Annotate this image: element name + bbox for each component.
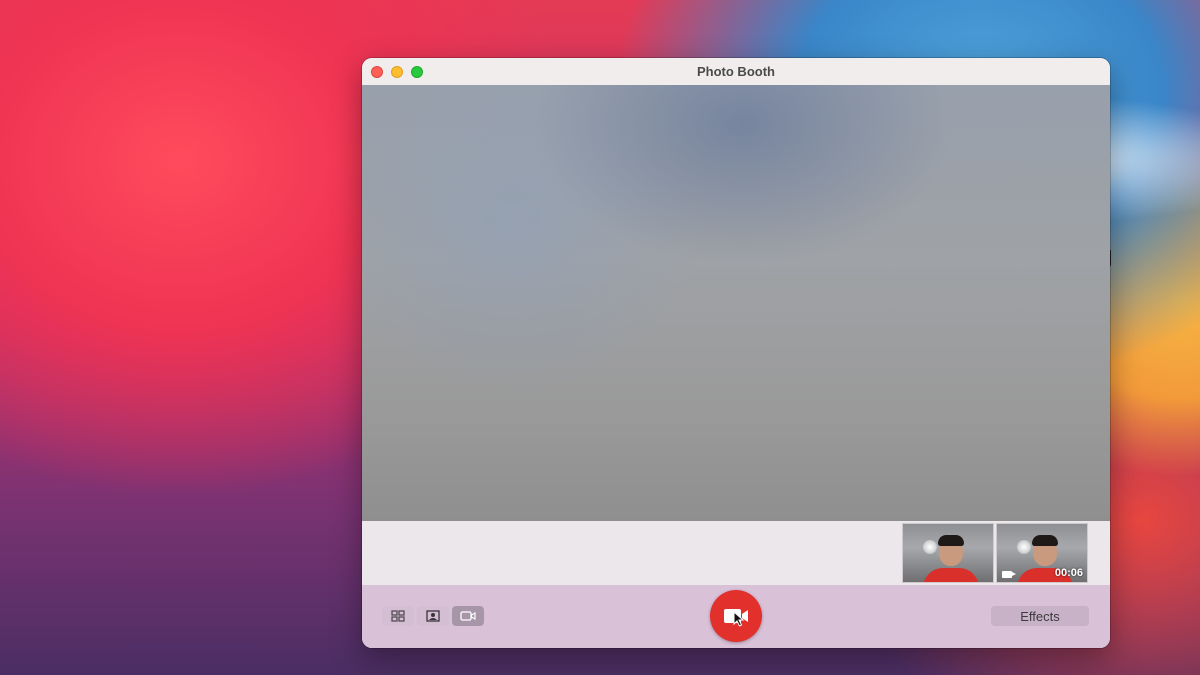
mouse-pointer-icon bbox=[733, 611, 745, 627]
video-duration: 00:06 bbox=[1054, 567, 1083, 579]
four-up-grid-icon bbox=[391, 610, 405, 622]
single-photo-icon bbox=[426, 610, 440, 622]
four-up-mode-button[interactable] bbox=[382, 606, 414, 626]
video-clip-icon bbox=[460, 611, 476, 621]
thumbnail-light-spot bbox=[1017, 540, 1031, 554]
title-bar[interactable]: Photo Booth bbox=[362, 58, 1110, 86]
thumbnail-light-spot bbox=[923, 540, 937, 554]
thumbnail-strip: 00:06 bbox=[362, 521, 1110, 585]
thumbnail-person-hair bbox=[1032, 535, 1058, 546]
thumbnail-person-hair bbox=[938, 535, 964, 546]
effects-button[interactable]: Effects bbox=[991, 606, 1089, 626]
photo-booth-window: Photo Booth 00:06 Effects bbox=[362, 58, 1110, 648]
window-title: Photo Booth bbox=[697, 64, 775, 79]
thumbnail-video[interactable]: 00:06 bbox=[996, 523, 1088, 583]
capture-mode-selector bbox=[382, 606, 484, 626]
thumbnail-photo[interactable] bbox=[902, 523, 994, 583]
video-badge-icon bbox=[1002, 571, 1016, 578]
single-photo-mode-button[interactable] bbox=[417, 606, 449, 626]
camera-preview bbox=[362, 85, 1110, 521]
video-mode-button[interactable] bbox=[452, 606, 484, 626]
